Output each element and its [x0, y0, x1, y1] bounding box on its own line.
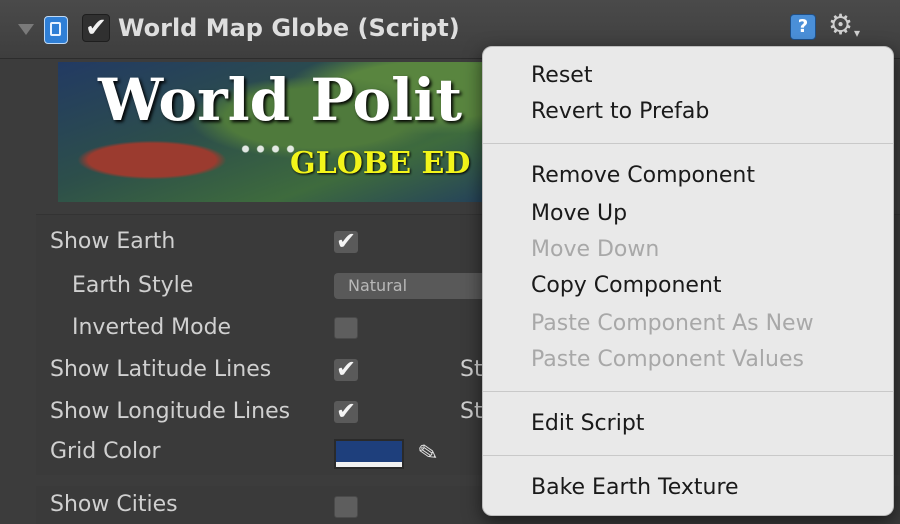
- earth-style-dropdown[interactable]: Natural: [334, 273, 504, 299]
- menu-item-bake-earth-texture[interactable]: Bake Earth Texture: [531, 475, 739, 500]
- menu-item-move-down: Move Down: [531, 237, 660, 262]
- menu-item-paste-component-values: Paste Component Values: [531, 347, 804, 372]
- banner-image: World Polit GLOBE ED: [58, 62, 528, 202]
- menu-item-revert-to-prefab[interactable]: Revert to Prefab: [531, 99, 709, 124]
- menu-item-copy-component[interactable]: Copy Component: [531, 273, 722, 298]
- show-earth-checkbox[interactable]: ✔: [334, 229, 358, 253]
- show-latitude-lines-checkbox[interactable]: ✔: [334, 357, 358, 381]
- show-cities-checkbox[interactable]: [334, 496, 358, 518]
- script-icon: [44, 16, 68, 44]
- show-longitude-lines-label: Show Longitude Lines: [50, 399, 291, 424]
- menu-item-reset[interactable]: Reset: [531, 63, 592, 88]
- chevron-down-icon[interactable]: ▾: [854, 26, 860, 40]
- show-earth-label: Show Earth: [50, 229, 176, 254]
- menu-separator: [483, 391, 893, 392]
- menu-item-move-up[interactable]: Move Up: [531, 201, 627, 226]
- show-latitude-lines-label: Show Latitude Lines: [50, 357, 272, 382]
- grid-color-label: Grid Color: [50, 439, 161, 464]
- menu-separator: [483, 143, 893, 144]
- inverted-mode-label: Inverted Mode: [72, 315, 232, 340]
- component-context-menu: Reset Revert to Prefab Remove Component …: [482, 46, 894, 516]
- component-enabled-checkbox[interactable]: ✔: [82, 14, 110, 42]
- banner-subtitle: GLOBE ED: [290, 146, 471, 181]
- earth-style-label: Earth Style: [72, 273, 194, 298]
- eyedropper-icon[interactable]: ✎: [416, 437, 441, 468]
- latitude-stepping-label: St: [460, 357, 483, 382]
- inverted-mode-checkbox[interactable]: [334, 317, 358, 339]
- menu-item-remove-component[interactable]: Remove Component: [531, 163, 755, 188]
- longitude-stepping-label: St: [460, 399, 483, 424]
- component-title: World Map Globe (Script): [118, 14, 460, 42]
- foldout-arrow-icon[interactable]: [18, 24, 34, 35]
- grid-color-swatch[interactable]: [334, 439, 404, 469]
- banner-title: World Polit: [98, 66, 463, 134]
- menu-item-paste-component-as-new: Paste Component As New: [531, 311, 814, 336]
- menu-separator: [483, 455, 893, 456]
- gear-icon[interactable]: ⚙: [828, 10, 853, 40]
- banner-city-dots: [238, 140, 298, 158]
- show-cities-label: Show Cities: [50, 492, 178, 517]
- menu-item-edit-script[interactable]: Edit Script: [531, 411, 644, 436]
- show-longitude-lines-checkbox[interactable]: ✔: [334, 399, 358, 423]
- help-icon[interactable]: ?: [790, 14, 816, 40]
